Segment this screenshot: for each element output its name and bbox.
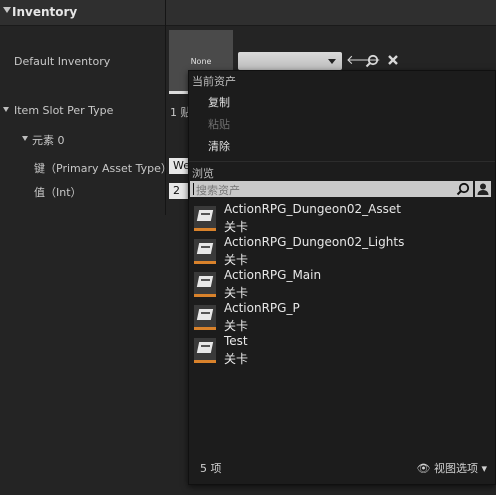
asset-list-item[interactable]: ActionRPG_Dungeon02_Asset 关卡 (194, 202, 484, 234)
level-asset-icon (194, 206, 216, 231)
level-asset-icon (194, 239, 216, 264)
view-options-button[interactable]: 👁 视图选项 ▾ (417, 460, 488, 476)
level-asset-icon (194, 305, 216, 330)
asset-name: ActionRPG_Dungeon02_Lights (224, 235, 405, 249)
text-caret (193, 183, 194, 195)
item-slot-label: Item Slot Per Type (14, 104, 114, 117)
default-inventory-label: Default Inventory (14, 55, 111, 68)
value-field[interactable]: 2 (169, 183, 188, 199)
level-asset-icon (194, 338, 216, 363)
collapse-arrow-icon[interactable] (3, 7, 11, 13)
inventory-section-header[interactable]: Inventory (0, 0, 496, 26)
asset-name: ActionRPG_Main (224, 268, 322, 282)
asset-search-input[interactable]: 搜索资产 (190, 181, 473, 197)
asset-list-item[interactable]: Test 关卡 (194, 334, 484, 366)
asset-list-item[interactable]: ActionRPG_Dungeon02_Lights 关卡 (194, 235, 484, 267)
asset-type: 关卡 (224, 286, 249, 300)
menu-divider (189, 161, 495, 162)
chevron-down-icon (328, 59, 336, 64)
copy-menu-item[interactable]: 复制 (208, 94, 230, 110)
asset-name: ActionRPG_P (224, 301, 300, 315)
thumbnail-none-text: None (190, 57, 212, 66)
browse-header: 浏览 (192, 167, 214, 180)
asset-name: ActionRPG_Dungeon02_Asset (224, 202, 401, 216)
eye-icon: 👁 (416, 462, 431, 475)
item-count: 5 项 (200, 462, 222, 475)
asset-type: 关卡 (224, 253, 249, 267)
level-asset-icon (194, 272, 216, 297)
asset-type: 关卡 (224, 220, 249, 234)
value-label: 值（Int） (34, 186, 82, 199)
paste-menu-item[interactable]: 粘贴 (208, 116, 230, 132)
view-options-label: 视图选项 (433, 462, 478, 475)
asset-list-item[interactable]: ActionRPG_P 关卡 (194, 301, 484, 333)
chevron-down-icon: ▾ (481, 462, 487, 475)
asset-picker-menu: 当前资产 复制 粘贴 清除 浏览 ActionRPG_Dungeon02_Ass… (188, 70, 496, 485)
asset-picker-combo[interactable] (238, 52, 342, 70)
current-asset-header: 当前资产 (192, 75, 236, 88)
column-divider[interactable] (165, 0, 166, 215)
search-icon[interactable] (365, 54, 379, 71)
search-icon[interactable] (456, 182, 470, 199)
asset-type: 关卡 (224, 319, 249, 333)
clear-icon[interactable] (387, 54, 399, 69)
key-label: 键（Primary Asset Type） (34, 162, 172, 175)
asset-type: 关卡 (224, 352, 249, 366)
asset-name: Test (224, 334, 248, 348)
expand-arrow-icon[interactable] (22, 136, 28, 141)
asset-list-item[interactable]: ActionRPG_Main 关卡 (194, 268, 484, 300)
expand-arrow-icon[interactable] (3, 107, 9, 112)
user-filter-icon[interactable] (475, 181, 491, 197)
key-field[interactable]: We (169, 158, 190, 174)
element-label: 元素 0 (32, 134, 65, 147)
clear-menu-item[interactable]: 清除 (208, 138, 230, 154)
search-placeholder: 搜索资产 (196, 184, 240, 197)
section-title: Inventory (12, 5, 78, 19)
